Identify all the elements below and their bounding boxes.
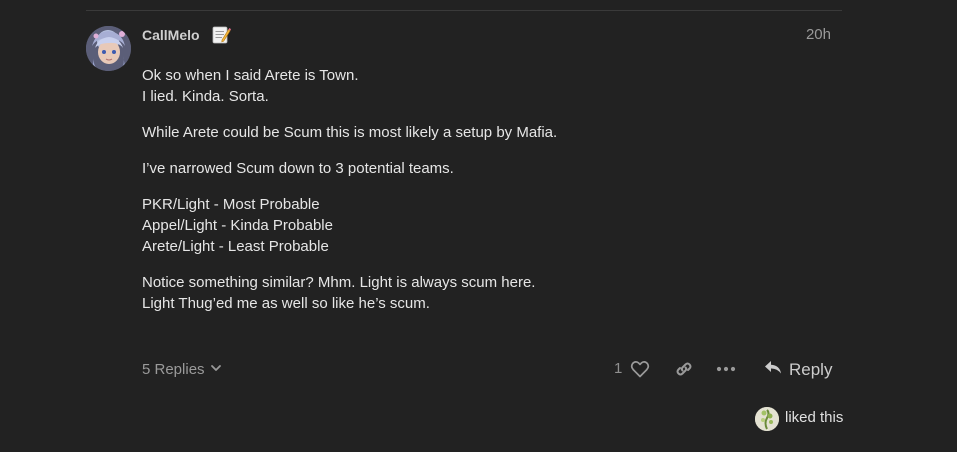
text-line: Light Thug’ed me as well so like he’s sc… (142, 295, 430, 312)
text-line: Arete/Light - Least Probable (142, 238, 329, 255)
heart-icon[interactable] (629, 358, 651, 380)
reply-icon (763, 358, 783, 382)
text-line: Ok so when I said Arete is Town. (142, 67, 359, 84)
text-line: I lied. Kinda. Sorta. (142, 88, 269, 105)
replies-label: 5 Replies (142, 361, 205, 378)
reply-button[interactable]: Reply (763, 358, 832, 382)
more-options-icon[interactable] (714, 358, 738, 380)
text-line: Notice something similar? Mhm. Light is … (142, 274, 536, 291)
user-avatar[interactable] (86, 26, 131, 71)
post-date[interactable]: 20h (806, 27, 831, 43)
paragraph: Ok so when I said Arete is Town. I lied.… (142, 65, 832, 107)
paragraph: I’ve narrowed Scum down to 3 potential t… (142, 158, 832, 179)
reply-label: Reply (789, 360, 833, 379)
text-line: Appel/Light - Kinda Probable (142, 217, 333, 234)
post-container: CallMelo 20h Ok so when I said Arete is … (0, 0, 957, 452)
paragraph: PKR/Light - Most Probable Appel/Light - … (142, 194, 832, 257)
like-count[interactable]: 1 (614, 360, 622, 378)
username[interactable]: CallMelo (142, 27, 200, 43)
paragraph: Notice something similar? Mhm. Light is … (142, 272, 832, 314)
liked-this-text: liked this (785, 409, 844, 426)
topic-divider (86, 10, 842, 11)
replies-toggle-button[interactable]: 5 Replies (142, 360, 222, 380)
memo-icon (211, 25, 231, 45)
liker-avatar[interactable] (755, 407, 779, 431)
paragraph: While Arete could be Scum this is most l… (142, 122, 832, 143)
link-icon[interactable] (673, 358, 695, 380)
text-line: I’ve narrowed Scum down to 3 potential t… (142, 160, 454, 177)
chevron-down-icon (210, 360, 222, 380)
text-line: While Arete could be Scum this is most l… (142, 124, 558, 141)
post-body: Ok so when I said Arete is Town. I lied.… (142, 65, 832, 329)
text-line: PKR/Light - Most Probable (142, 196, 320, 213)
